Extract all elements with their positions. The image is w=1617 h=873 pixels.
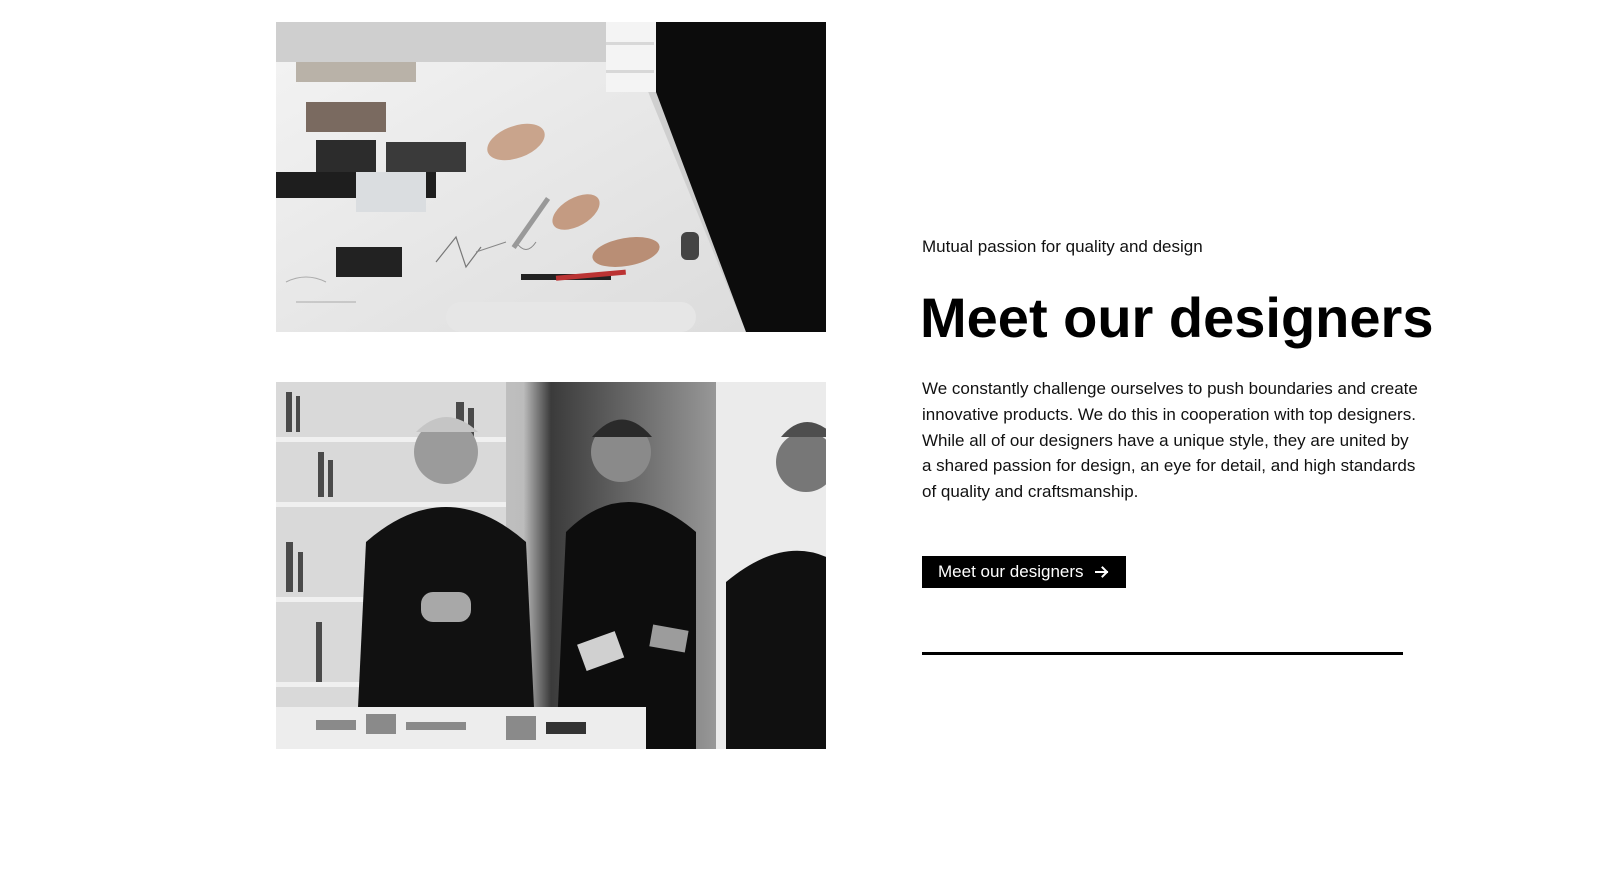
section-description: We constantly challenge ourselves to pus… — [922, 379, 1418, 502]
designers-section: Mutual passion for quality and design Me… — [0, 0, 1617, 873]
designers-sketching-photo — [276, 22, 826, 332]
section-heading: Meet our designers — [920, 286, 1434, 349]
arrow-right-icon — [1094, 564, 1110, 580]
section-divider — [922, 652, 1403, 655]
meet-designers-button[interactable]: Meet our designers — [922, 556, 1126, 588]
section-eyebrow: Mutual passion for quality and design — [922, 237, 1203, 256]
designers-meeting-photo — [276, 382, 826, 749]
meet-designers-button-label: Meet our designers — [938, 562, 1084, 581]
